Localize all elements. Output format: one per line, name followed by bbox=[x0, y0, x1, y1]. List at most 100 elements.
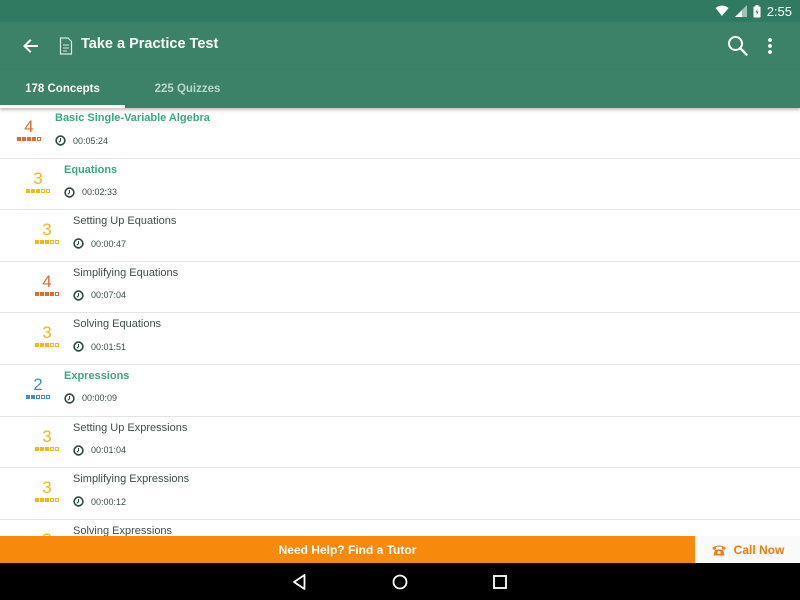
clock-icon bbox=[64, 393, 75, 404]
list-item-category[interactable]: 3 Equations 00:02:33 bbox=[0, 159, 800, 211]
item-duration-value: 00:02:33 bbox=[82, 187, 118, 198]
score-value: 3 bbox=[33, 168, 43, 188]
score-meter-square bbox=[40, 498, 44, 503]
score-meter-square bbox=[31, 394, 35, 399]
score-meter-square bbox=[55, 498, 59, 503]
item-title: Setting Up Expressions bbox=[73, 421, 188, 434]
clock-icon bbox=[73, 496, 84, 507]
list-item[interactable]: 3 Solving Equations 00:01:51 bbox=[0, 313, 800, 365]
battery-icon bbox=[753, 4, 761, 17]
search-icon bbox=[728, 36, 748, 56]
concept-list[interactable]: 4 Basic Single-Variable Algebra 00:05:24 3 E… bbox=[0, 107, 800, 536]
score-value: 2 bbox=[33, 374, 43, 394]
item-duration: 00:00:09 bbox=[64, 393, 117, 404]
more-options-button[interactable] bbox=[760, 33, 780, 59]
score-value: 3 bbox=[42, 478, 52, 498]
document-icon bbox=[59, 37, 73, 55]
score-meter-square bbox=[55, 291, 59, 296]
item-duration: 00:05:24 bbox=[55, 135, 108, 146]
item-duration-value: 00:07:04 bbox=[91, 290, 127, 301]
score-meter-square bbox=[41, 394, 45, 399]
item-title: Solving Expressions bbox=[73, 524, 173, 536]
score-meter-square bbox=[32, 137, 36, 141]
score-badge: 4 bbox=[16, 118, 42, 141]
score-meter-square bbox=[50, 446, 54, 451]
score-meter-square bbox=[41, 188, 45, 193]
score-meter bbox=[34, 240, 60, 245]
item-duration-value: 00:00:09 bbox=[82, 393, 118, 404]
item-title: Setting Up Equations bbox=[73, 215, 177, 228]
score-meter bbox=[16, 137, 42, 141]
call-now-button[interactable]: Call Now bbox=[695, 536, 800, 563]
clock-icon bbox=[55, 135, 66, 146]
score-meter-square bbox=[35, 291, 39, 296]
score-meter-square bbox=[45, 498, 49, 503]
score-meter-square bbox=[37, 137, 41, 141]
item-duration: 00:00:47 bbox=[73, 238, 126, 249]
score-meter-square bbox=[45, 446, 49, 451]
item-duration: 00:01:51 bbox=[73, 341, 126, 353]
score-value: 3 bbox=[42, 323, 52, 343]
tab-concepts[interactable]: 178 Concepts bbox=[0, 70, 125, 108]
score-meter-square bbox=[17, 137, 21, 141]
status-bar: 2:55 bbox=[0, 0, 800, 22]
score-meter-square bbox=[40, 446, 44, 451]
score-meter-square bbox=[26, 188, 30, 193]
back-arrow-icon bbox=[23, 39, 38, 53]
back-button[interactable] bbox=[18, 34, 44, 58]
item-title: Expressions bbox=[64, 369, 130, 382]
item-title: Simplifying Expressions bbox=[73, 473, 190, 486]
clock-icon bbox=[64, 186, 75, 198]
nav-home-icon[interactable] bbox=[390, 572, 410, 592]
score-meter-square bbox=[55, 240, 59, 245]
nav-back-icon[interactable] bbox=[290, 572, 310, 592]
clock-icon bbox=[73, 290, 84, 301]
find-tutor-button[interactable]: Need Help? Find a Tutor bbox=[0, 536, 695, 563]
item-duration-value: 00:00:12 bbox=[91, 496, 127, 507]
score-meter-square bbox=[40, 343, 44, 348]
score-meter bbox=[34, 446, 60, 451]
score-meter-square bbox=[22, 137, 26, 141]
score-meter-square bbox=[46, 188, 50, 193]
item-title: Simplifying Equations bbox=[73, 266, 179, 279]
score-meter bbox=[25, 188, 51, 193]
item-duration: 00:00:12 bbox=[73, 496, 126, 507]
call-now-label: Call Now bbox=[733, 542, 785, 557]
score-badge: 3 bbox=[34, 323, 60, 348]
search-button[interactable] bbox=[725, 33, 751, 59]
list-item-category[interactable]: 2 Expressions 00:00:09 bbox=[0, 365, 800, 417]
clock-icon bbox=[73, 238, 84, 249]
list-item[interactable]: 3 Setting Up Expressions 00:01:04 bbox=[0, 417, 800, 469]
list-item-category[interactable]: 4 Basic Single-Variable Algebra 00:05:24 bbox=[0, 107, 800, 159]
status-time: 2:55 bbox=[766, 3, 792, 19]
score-meter-square bbox=[26, 394, 30, 399]
item-duration-value: 00:01:04 bbox=[91, 445, 127, 456]
score-meter-square bbox=[50, 291, 54, 296]
score-meter-square bbox=[50, 343, 54, 348]
score-meter-square bbox=[50, 240, 54, 245]
score-meter-square bbox=[45, 240, 49, 245]
score-meter bbox=[34, 498, 60, 503]
tab-bar: 178 Concepts 225 Quizzes bbox=[0, 70, 800, 108]
score-meter-square bbox=[35, 343, 39, 348]
score-meter-square bbox=[35, 446, 39, 451]
score-badge: 4 bbox=[34, 271, 60, 296]
score-value: 4 bbox=[42, 271, 52, 291]
help-banner: Need Help? Find a Tutor Call Now bbox=[0, 536, 800, 563]
item-duration: 00:07:04 bbox=[73, 290, 126, 301]
score-badge: 2 bbox=[25, 374, 51, 399]
score-meter-square bbox=[27, 137, 31, 141]
list-item[interactable]: 3 Simplifying Expressions 00:00:12 bbox=[0, 468, 800, 520]
tab-quizzes[interactable]: 225 Quizzes bbox=[125, 70, 250, 108]
score-meter-square bbox=[55, 343, 59, 348]
score-meter-square bbox=[40, 291, 44, 296]
score-value: 3 bbox=[42, 426, 52, 446]
list-item[interactable]: 4 Simplifying Equations 00:07:04 bbox=[0, 262, 800, 314]
page-title: Take a Practice Test bbox=[81, 36, 219, 52]
list-item[interactable]: 3Solving Expressions bbox=[0, 520, 800, 536]
score-meter bbox=[34, 343, 60, 348]
score-meter-square bbox=[46, 394, 50, 399]
list-item[interactable]: 3 Setting Up Equations 00:00:47 bbox=[0, 210, 800, 262]
nav-recents-icon[interactable] bbox=[490, 572, 510, 592]
more-vert-icon bbox=[768, 38, 772, 54]
